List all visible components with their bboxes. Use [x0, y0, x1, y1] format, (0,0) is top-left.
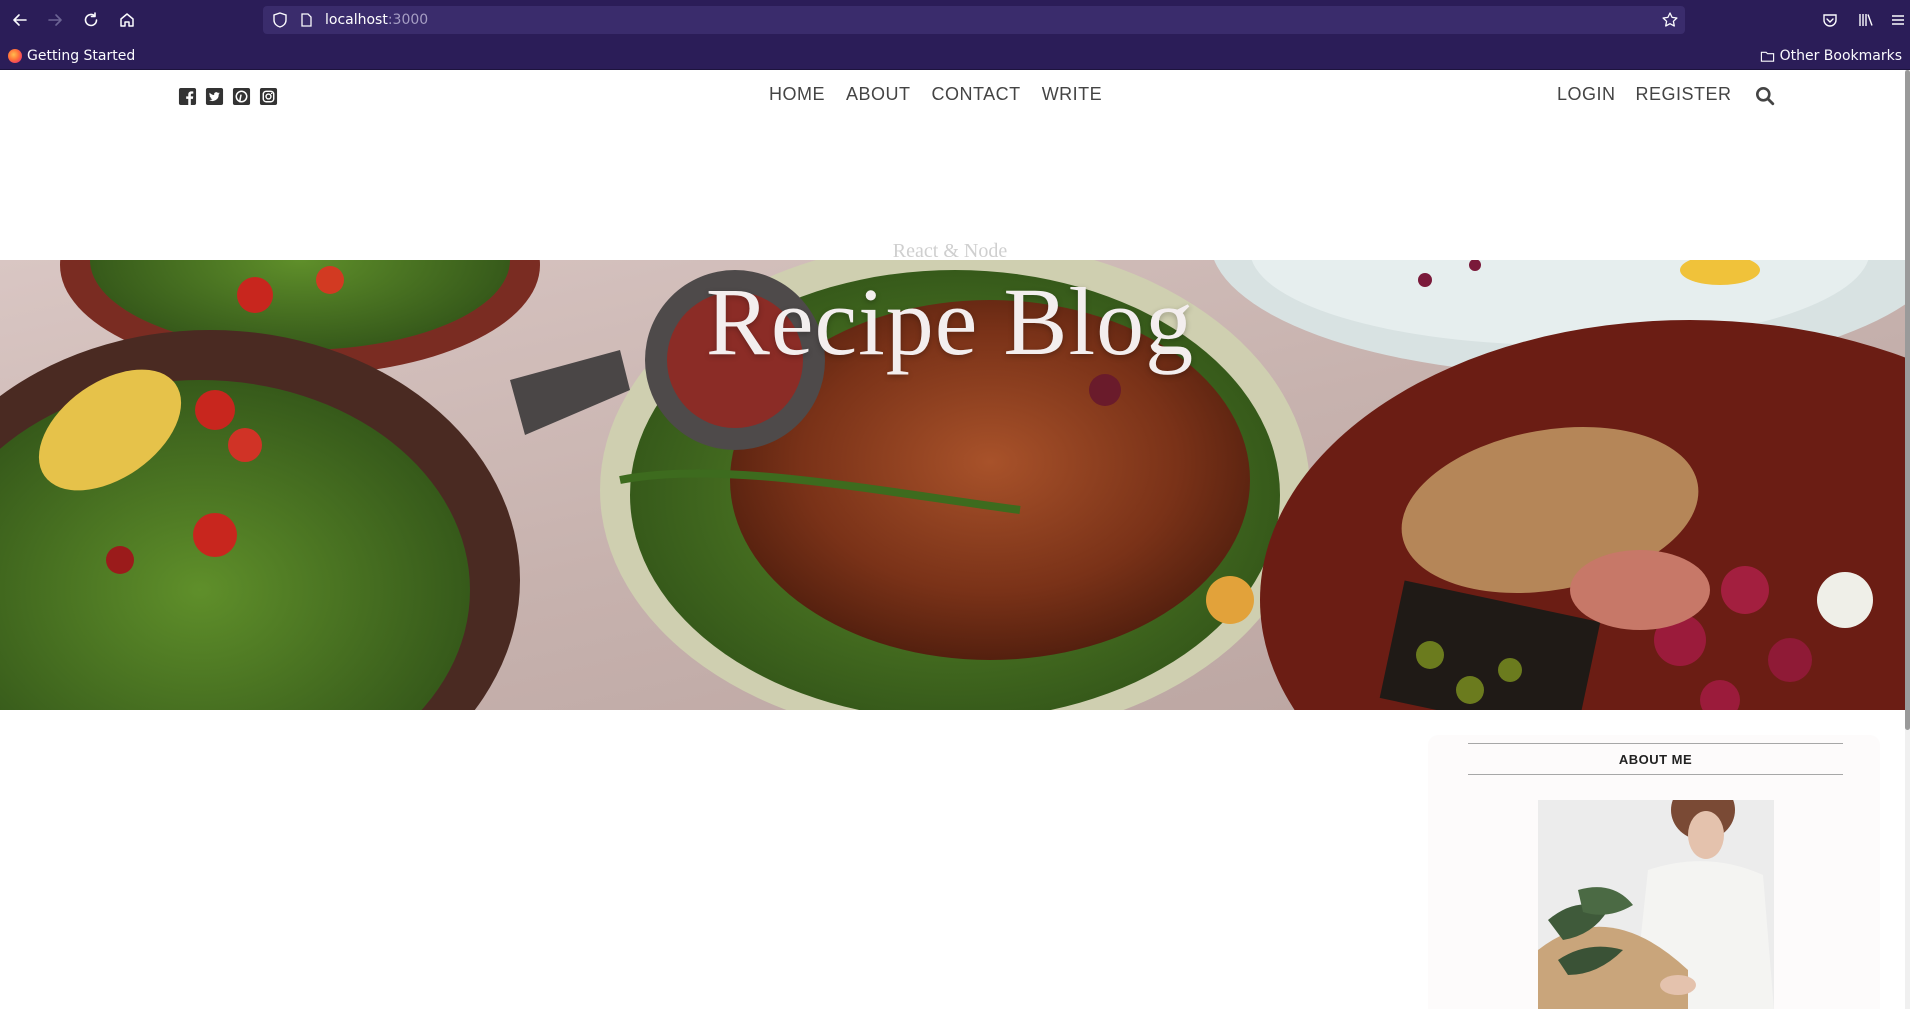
toolbar-right [1810, 8, 1910, 32]
menu-write[interactable]: WRITE [1042, 84, 1103, 105]
header-title: Recipe Blog [705, 268, 1195, 375]
bookmark-getting-started[interactable]: Getting Started [8, 46, 135, 66]
library-icon [1859, 14, 1873, 26]
sidebar-title: ABOUT ME [1468, 743, 1843, 775]
app-menu-button[interactable] [1886, 8, 1910, 32]
browser-toolbar: localhost:3000 [0, 0, 1910, 41]
about-me-image [1538, 800, 1774, 1009]
scrollbar-thumb[interactable] [1905, 70, 1910, 730]
url-host: localhost [325, 12, 388, 28]
pinterest-link[interactable] [232, 87, 251, 106]
menu-contact[interactable]: CONTACT [932, 84, 1021, 105]
twitter-icon [205, 87, 224, 106]
login-link[interactable]: LOGIN [1557, 84, 1616, 105]
bookmark-label: Other Bookmarks [1779, 48, 1902, 64]
site-topbar: HOME ABOUT CONTACT WRITE LOGIN REGISTER [0, 70, 1905, 120]
page-icon [301, 13, 312, 27]
auth-links: LOGIN REGISTER [1557, 84, 1732, 105]
back-button[interactable] [8, 8, 32, 32]
instagram-link[interactable] [259, 87, 278, 106]
page-scrollbar[interactable] [1905, 70, 1910, 1009]
pocket-button[interactable] [1818, 8, 1842, 32]
sidebar: ABOUT ME [1428, 735, 1880, 1009]
about-me-photo [1538, 800, 1774, 1009]
url-bar[interactable]: localhost:3000 [263, 6, 1685, 34]
menu-home[interactable]: HOME [769, 84, 825, 105]
social-links [178, 87, 278, 106]
twitter-link[interactable] [205, 87, 224, 106]
home-icon [120, 13, 134, 27]
library-button[interactable] [1854, 8, 1878, 32]
home-button[interactable] [115, 8, 139, 32]
pinterest-icon [232, 87, 251, 106]
register-link[interactable]: REGISTER [1636, 84, 1732, 105]
menu-icon [1892, 15, 1904, 25]
firefox-icon [8, 49, 22, 63]
reload-icon [84, 12, 98, 27]
main-menu: HOME ABOUT CONTACT WRITE [769, 84, 1102, 105]
bookmarks-bar: Getting Started Other Bookmarks [0, 41, 1910, 70]
bookmark-label: Getting Started [27, 48, 136, 64]
url-text[interactable]: localhost:3000 [325, 12, 428, 28]
pocket-icon [1823, 14, 1837, 27]
reload-button[interactable] [79, 8, 103, 32]
search-icon[interactable] [1755, 86, 1775, 106]
shield-icon[interactable] [271, 11, 289, 29]
facebook-icon [178, 87, 197, 106]
facebook-link[interactable] [178, 87, 197, 106]
instagram-icon [259, 87, 278, 106]
menu-about[interactable]: ABOUT [846, 84, 911, 105]
forward-button[interactable] [43, 8, 67, 32]
page-viewport: HOME ABOUT CONTACT WRITE LOGIN REGISTER … [0, 70, 1910, 1009]
star-icon[interactable] [1661, 11, 1679, 29]
url-port: :3000 [387, 12, 429, 28]
forward-icon [48, 14, 62, 26]
bookmark-other-bookmarks[interactable]: Other Bookmarks [1760, 46, 1902, 66]
folder-icon [1760, 51, 1774, 62]
back-icon [13, 14, 27, 26]
